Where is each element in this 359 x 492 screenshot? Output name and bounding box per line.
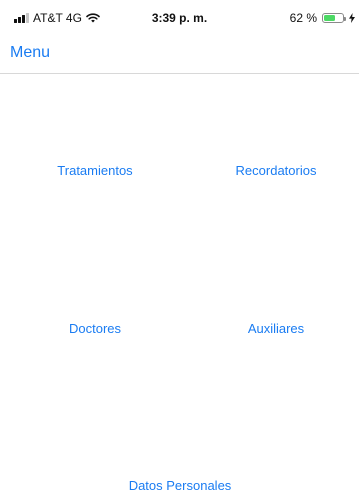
menu-item-datos-personales[interactable]: Datos Personales bbox=[80, 478, 280, 492]
menu-item-doctores[interactable]: Doctores bbox=[15, 321, 175, 336]
status-right: 62 % bbox=[290, 11, 355, 25]
status-bar: AT&T 4G 3:39 p. m. 62 % bbox=[0, 0, 359, 36]
nav-title: Menu bbox=[10, 44, 51, 61]
menu-item-recordatorios[interactable]: Recordatorios bbox=[196, 163, 356, 178]
battery-icon bbox=[322, 13, 346, 23]
nav-bar: Menu bbox=[0, 36, 359, 74]
app-screen: AT&T 4G 3:39 p. m. 62 % Menu Tratamiento… bbox=[0, 0, 359, 492]
bolt-icon bbox=[349, 13, 355, 23]
menu-item-tratamientos[interactable]: Tratamientos bbox=[15, 163, 175, 178]
battery-percent: 62 % bbox=[289, 11, 317, 25]
battery-fill bbox=[324, 15, 336, 21]
menu-item-auxiliares[interactable]: Auxiliares bbox=[196, 321, 356, 336]
